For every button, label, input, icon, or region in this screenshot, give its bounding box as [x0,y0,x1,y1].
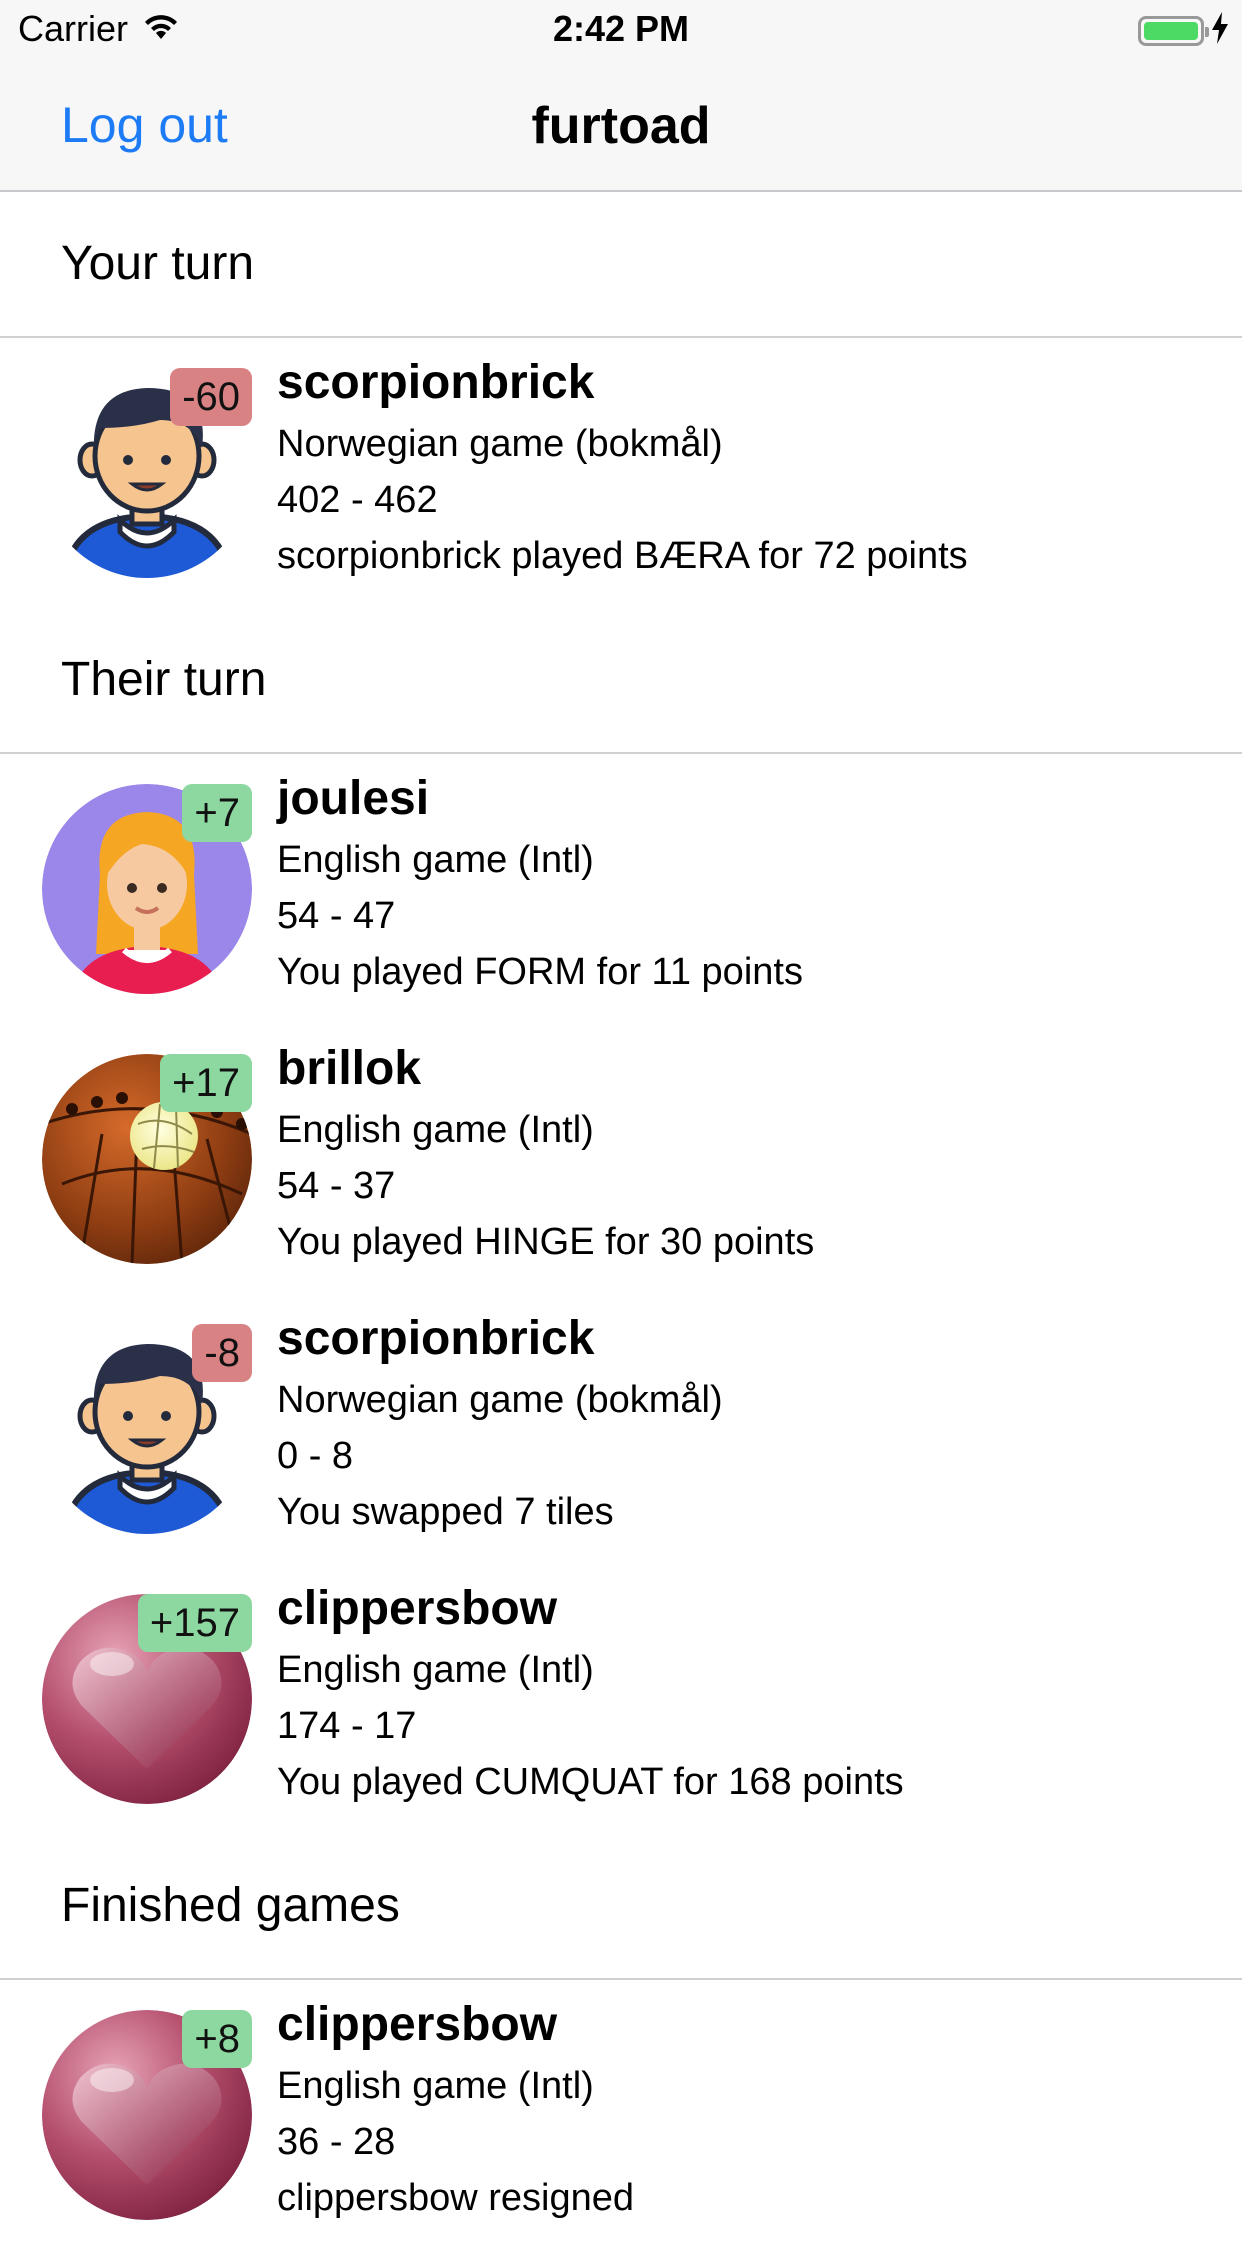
section-title: Your turn [61,237,255,290]
game-row[interactable]: +17 brillok English game (Intl) 54 - 37 You … [0,1024,1242,1294]
status-time: 2:42 PM [552,8,690,49]
score-difference-badge: -60 [170,368,252,426]
game-info: clippersbow English game (Intl) 174 - 17 Yo… [277,1576,904,1810]
section-title: Their turn [61,653,267,706]
last-move: scorpionbrick played BÆRA for 72 points [277,535,968,577]
game-score: 54 - 47 [277,895,396,937]
section-header: Their turn [0,608,1242,754]
last-move: You swapped 7 tiles [277,1491,614,1533]
game-row[interactable]: +157 clippersbow English game (Intl) 174 - … [0,1564,1242,1834]
game-score: 0 - 8 [277,1435,354,1477]
section-header: Your turn [0,192,1242,338]
score-difference-badge: +7 [182,784,252,842]
battery-icon [1138,15,1209,46]
game-row[interactable]: +8 clippersbow English game (Intl) 36 - 28 c… [0,1980,1242,2250]
game-type: English game (Intl) [277,1649,594,1691]
player-name: clippersbow [277,1998,558,2051]
game-info: brillok English game (Intl) 54 - 37 You pla… [277,1036,814,1270]
player-name: brillok [277,1042,422,1095]
game-info: clippersbow English game (Intl) 36 - 28 cli… [277,1992,634,2226]
game-row[interactable]: -8 scorpionbrick Norwegian game (bokmål) 0 … [0,1294,1242,1564]
game-info: scorpionbrick Norwegian game (bokmål) 0 - … [277,1306,723,1540]
charging-icon [1210,12,1230,49]
game-score: 402 - 462 [277,479,438,521]
game-info: scorpionbrick Norwegian game (bokmål) 402 … [277,350,968,584]
game-info: joulesi English game (Intl) 54 - 47 You pla… [277,766,803,1000]
last-move: You played FORM for 11 points [277,951,803,993]
game-score: 54 - 37 [277,1165,396,1207]
game-type: Norwegian game (bokmål) [277,1379,723,1421]
game-type: English game (Intl) [277,839,594,881]
navigation-bar: Log out furtoad [0,60,1242,192]
player-name: scorpionbrick [277,356,595,409]
status-right [1138,12,1230,49]
player-name: clippersbow [277,1582,558,1635]
score-difference-badge: +8 [182,2010,252,2068]
game-type: Norwegian game (bokmål) [277,423,723,465]
status-bar: Carrier 2:42 PM [0,0,1242,60]
section-header: Finished games [0,1834,1242,1980]
score-difference-badge: +157 [137,1594,252,1652]
player-name: scorpionbrick [277,1312,595,1365]
page-title: furtoad [531,97,711,155]
last-move: You played CUMQUAT for 168 points [277,1761,904,1803]
game-type: English game (Intl) [277,1109,594,1151]
section-title: Finished games [61,1879,400,1932]
game-row[interactable]: +7 joulesi English game (Intl) 54 - 47 You p… [0,754,1242,1024]
game-score: 36 - 28 [277,2121,396,2163]
game-score: 174 - 17 [277,1705,417,1747]
games-list: Your turn -60 scorpionbrick Norwegian game… [0,192,1242,2250]
game-row[interactable]: -60 scorpionbrick Norwegian game (bokmål) 4… [0,338,1242,608]
score-difference-badge: +17 [160,1054,252,1112]
score-difference-badge: -8 [192,1324,252,1382]
player-name: joulesi [277,772,430,825]
last-move: You played HINGE for 30 points [277,1221,815,1263]
game-type: English game (Intl) [277,2065,594,2107]
last-move: clippersbow resigned [277,2177,634,2219]
